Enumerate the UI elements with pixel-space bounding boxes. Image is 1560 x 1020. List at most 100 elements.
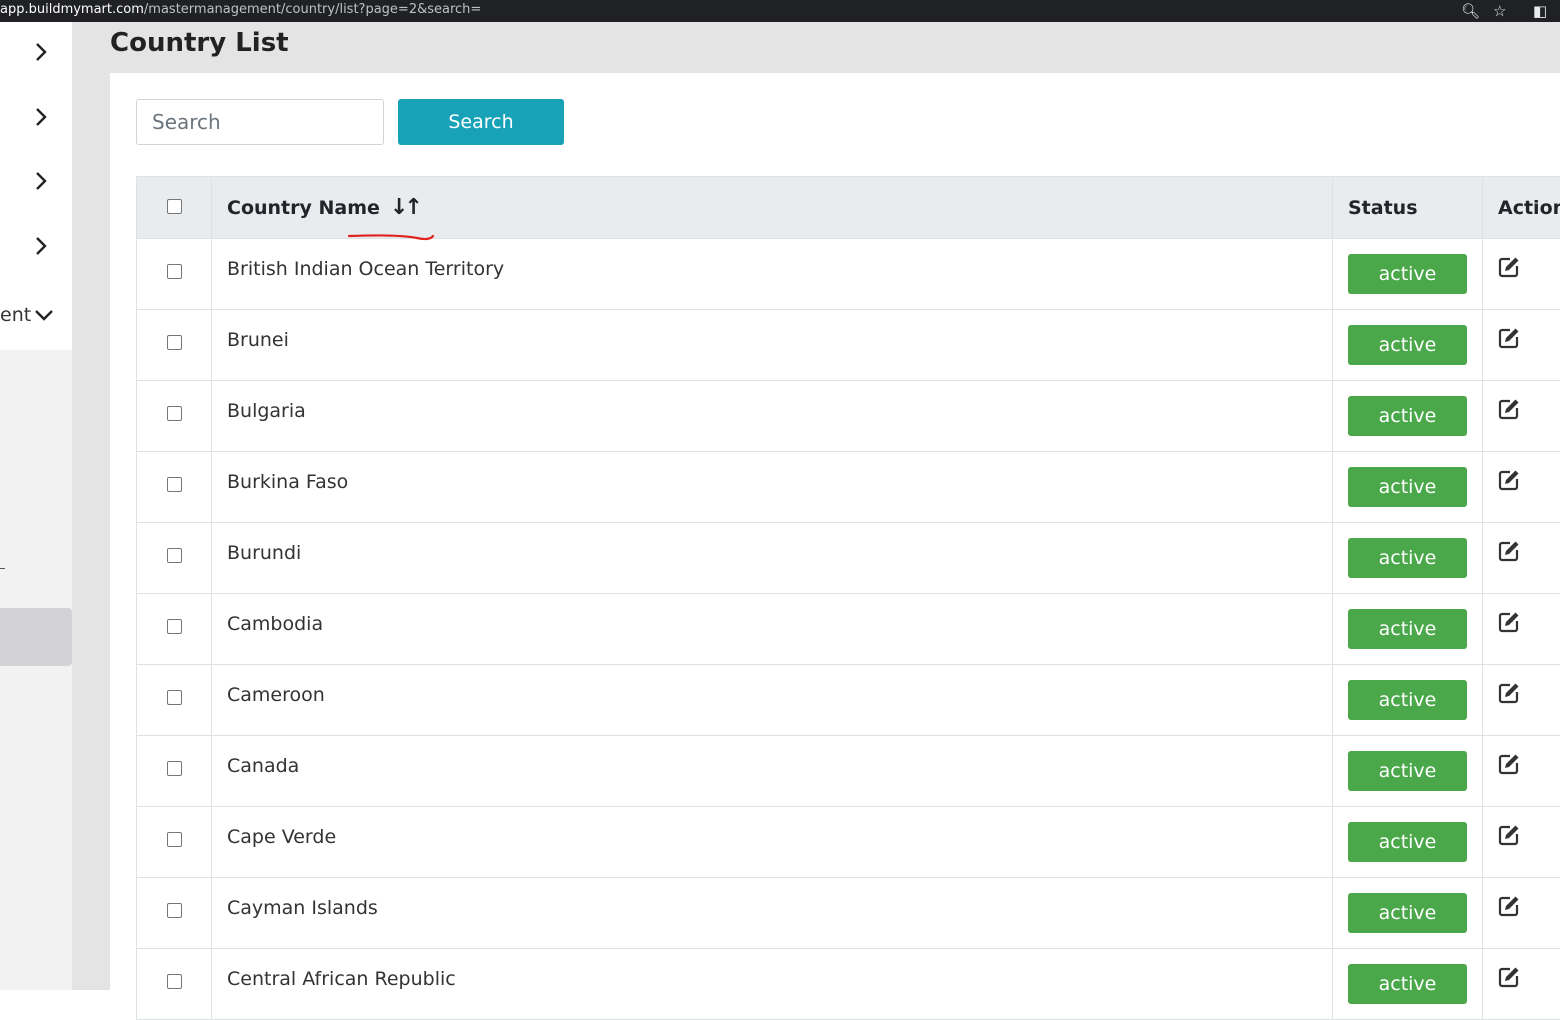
sort-arrows-icon[interactable]: ↓↑ — [390, 195, 419, 220]
action-cell — [1483, 878, 1560, 949]
edit-icon[interactable] — [1497, 972, 1521, 994]
row-checkbox[interactable] — [167, 974, 182, 989]
status-badge[interactable]: active — [1348, 893, 1467, 933]
table-row: Bulgaria active — [137, 381, 1560, 452]
chevron-right-icon[interactable] — [32, 235, 50, 257]
search-button[interactable]: Search — [398, 99, 564, 145]
bookmark-star-icon[interactable]: ☆ — [1493, 1, 1506, 21]
row-checkbox[interactable] — [167, 335, 182, 350]
country-name: Canada — [227, 755, 299, 777]
status-badge[interactable]: active — [1348, 751, 1467, 791]
sidebar-item-management-label[interactable]: ent — [0, 304, 31, 326]
edit-icon[interactable] — [1497, 262, 1521, 284]
sidebar-submenu-panel — [0, 350, 72, 990]
sidebar: ent — [0, 22, 91, 990]
status-badge[interactable]: active — [1348, 467, 1467, 507]
action-cell — [1483, 452, 1560, 523]
browser-url-bar: app.buildmymart.com/mastermanagement/cou… — [0, 0, 1560, 22]
sidebar-divider — [72, 22, 91, 990]
row-checkbox[interactable] — [167, 548, 182, 563]
edit-icon[interactable] — [1497, 688, 1521, 710]
country-name-cell: Cape Verde — [212, 807, 1333, 878]
country-name-cell: Brunei — [212, 310, 1333, 381]
status-badge[interactable]: active — [1348, 396, 1467, 436]
chevron-right-icon[interactable] — [32, 170, 50, 192]
row-checkbox-cell — [137, 736, 212, 807]
header-action: Action — [1483, 177, 1560, 239]
action-cell — [1483, 949, 1560, 1020]
select-all-checkbox[interactable] — [167, 199, 182, 214]
country-table: Country Name↓↑ Status Action British Ind… — [136, 176, 1560, 1020]
sort-header[interactable]: Country Name↓↑ — [227, 195, 419, 220]
row-checkbox-cell — [137, 665, 212, 736]
table-row: Cayman Islands active — [137, 878, 1560, 949]
country-name-cell: Cambodia — [212, 594, 1333, 665]
edit-icon[interactable] — [1497, 759, 1521, 781]
edit-icon[interactable] — [1497, 333, 1521, 355]
country-name: Cambodia — [227, 613, 323, 635]
chevron-right-icon[interactable] — [32, 41, 50, 63]
row-checkbox[interactable] — [167, 903, 182, 918]
status-cell: active — [1333, 807, 1483, 878]
action-cell — [1483, 523, 1560, 594]
country-name: Central African Republic — [227, 968, 456, 990]
search-input[interactable] — [136, 99, 384, 145]
url-host: app.buildmymart.com — [0, 2, 144, 17]
address-bar[interactable]: app.buildmymart.com/mastermanagement/cou… — [0, 0, 481, 20]
status-cell: active — [1333, 736, 1483, 807]
status-cell: active — [1333, 310, 1483, 381]
country-name-cell: Cayman Islands — [212, 878, 1333, 949]
table-row: Burkina Fasoactive — [137, 452, 1560, 523]
table-row: Burundiactive — [137, 523, 1560, 594]
status-cell: active — [1333, 594, 1483, 665]
table-row: Canada active — [137, 736, 1560, 807]
row-checkbox-cell — [137, 381, 212, 452]
table-row: British Indian Ocean Territory active — [137, 239, 1560, 310]
edit-icon[interactable] — [1497, 404, 1521, 426]
row-checkbox[interactable] — [167, 690, 182, 705]
status-badge[interactable]: active — [1348, 822, 1467, 862]
edit-icon[interactable] — [1497, 901, 1521, 923]
sidebar-active-item[interactable] — [0, 608, 72, 666]
red-underline-annotation — [347, 233, 435, 243]
country-name: Cameroon — [227, 684, 325, 706]
edit-icon[interactable] — [1497, 475, 1521, 497]
row-checkbox-cell — [137, 239, 212, 310]
status-badge[interactable]: active — [1348, 680, 1467, 720]
status-cell: active — [1333, 878, 1483, 949]
row-checkbox[interactable] — [167, 406, 182, 421]
action-cell — [1483, 239, 1560, 310]
action-cell — [1483, 310, 1560, 381]
header-country-name[interactable]: Country Name↓↑ — [212, 177, 1333, 239]
action-cell — [1483, 807, 1560, 878]
edit-icon[interactable] — [1497, 830, 1521, 852]
status-badge[interactable]: active — [1348, 538, 1467, 578]
side-panel-icon[interactable]: ◧ — [1533, 1, 1547, 21]
row-checkbox[interactable] — [167, 477, 182, 492]
table-row: Central African Republic active — [137, 949, 1560, 1020]
row-checkbox-cell — [137, 594, 212, 665]
action-cell — [1483, 736, 1560, 807]
country-name-cell: Cameroon — [212, 665, 1333, 736]
zoom-icon[interactable]: 🔍︎ — [1461, 1, 1480, 21]
chevron-down-icon[interactable] — [34, 308, 54, 322]
country-name: British Indian Ocean Territory — [227, 258, 504, 280]
chevron-right-icon[interactable] — [32, 106, 50, 128]
row-checkbox[interactable] — [167, 832, 182, 847]
row-checkbox-cell — [137, 452, 212, 523]
status-badge[interactable]: active — [1348, 254, 1467, 294]
country-name: Bulgaria — [227, 400, 306, 422]
row-checkbox[interactable] — [167, 264, 182, 279]
status-badge[interactable]: active — [1348, 964, 1467, 1004]
header-checkbox-cell — [137, 177, 212, 239]
edit-icon[interactable] — [1497, 617, 1521, 639]
row-checkbox[interactable] — [167, 619, 182, 634]
edit-icon[interactable] — [1497, 546, 1521, 568]
status-badge[interactable]: active — [1348, 325, 1467, 365]
table-row: Cape Verde active — [137, 807, 1560, 878]
status-badge[interactable]: active — [1348, 609, 1467, 649]
status-cell: active — [1333, 452, 1483, 523]
row-checkbox[interactable] — [167, 761, 182, 776]
action-cell — [1483, 665, 1560, 736]
row-checkbox-cell — [137, 523, 212, 594]
